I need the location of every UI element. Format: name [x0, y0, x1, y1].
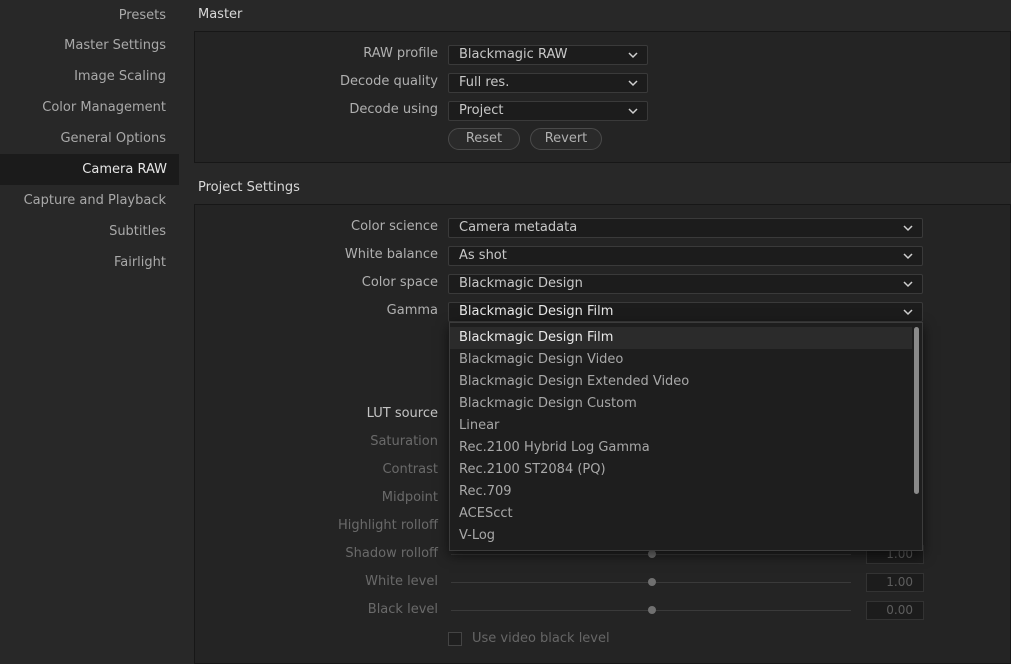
chevron-down-icon [903, 225, 913, 232]
chevron-down-icon [628, 80, 638, 87]
gamma-option[interactable]: Rec.709 [450, 481, 912, 503]
gamma-select[interactable]: Blackmagic Design Film [448, 302, 923, 322]
white-balance-select[interactable]: As shot [448, 246, 923, 266]
decode-using-value: Project [459, 103, 504, 118]
white-balance-value: As shot [459, 248, 507, 263]
contrast-label: Contrast [382, 462, 438, 477]
raw-profile-select[interactable]: Blackmagic RAW [448, 45, 648, 65]
sidebar-item-camera-raw[interactable]: Camera RAW [0, 154, 179, 185]
gamma-option[interactable]: Rec.2100 Hybrid Log Gamma [450, 437, 912, 459]
gamma-dropdown-list: Blackmagic Design Film Blackmagic Design… [449, 322, 923, 551]
black-level-value[interactable]: 0.00 [866, 601, 924, 620]
shadow-rolloff-knob[interactable] [648, 550, 656, 558]
white-level-knob[interactable] [648, 578, 656, 586]
gamma-label: Gamma [386, 303, 438, 318]
color-science-value: Camera metadata [459, 220, 578, 235]
color-space-select[interactable]: Blackmagic Design [448, 274, 923, 294]
decode-quality-select[interactable]: Full res. [448, 73, 648, 93]
chevron-down-icon [903, 253, 913, 260]
chevron-down-icon [628, 108, 638, 115]
sidebar-item-fairlight[interactable]: Fairlight [0, 247, 178, 278]
highlight-rolloff-label: Highlight rolloff [338, 518, 438, 533]
color-space-label: Color space [361, 275, 438, 290]
color-science-label: Color science [351, 219, 438, 234]
black-level-label: Black level [367, 602, 438, 617]
sidebar-item-capture-playback[interactable]: Capture and Playback [0, 185, 178, 216]
white-balance-label: White balance [344, 247, 438, 262]
saturation-label: Saturation [370, 434, 438, 449]
gamma-option[interactable]: Blackmagic Design Extended Video [450, 371, 912, 393]
decode-quality-value: Full res. [459, 75, 510, 90]
decode-using-label: Decode using [349, 102, 438, 117]
reset-button[interactable]: Reset [448, 128, 520, 150]
white-level-value[interactable]: 1.00 [866, 573, 924, 592]
midpoint-label: Midpoint [381, 490, 438, 505]
gamma-option[interactable]: Blackmagic Design Custom [450, 393, 912, 415]
use-video-black-checkbox[interactable] [448, 632, 462, 646]
decode-quality-label: Decode quality [340, 74, 438, 89]
sidebar-item-master-settings[interactable]: Master Settings [0, 30, 178, 61]
raw-profile-value: Blackmagic RAW [459, 47, 568, 62]
chevron-down-icon [903, 281, 913, 288]
shadow-rolloff-label: Shadow rolloff [345, 546, 438, 561]
chevron-down-icon [628, 52, 638, 59]
gamma-option[interactable]: ACEScct [450, 503, 912, 525]
sidebar-item-image-scaling[interactable]: Image Scaling [0, 61, 178, 92]
color-space-value: Blackmagic Design [459, 276, 583, 291]
gamma-option[interactable]: V-Log [450, 525, 912, 547]
color-science-select[interactable]: Camera metadata [448, 218, 923, 238]
gamma-option[interactable]: Blackmagic Design Film [450, 327, 912, 349]
sidebar-item-presets[interactable]: Presets [0, 0, 178, 31]
sidebar-item-color-management[interactable]: Color Management [0, 92, 178, 123]
master-section-title: Master [198, 7, 243, 22]
chevron-down-icon [903, 309, 913, 316]
dropdown-scrollbar[interactable] [914, 327, 919, 494]
revert-button[interactable]: Revert [530, 128, 602, 150]
raw-profile-label: RAW profile [363, 46, 438, 61]
black-level-knob[interactable] [648, 606, 656, 614]
use-video-black-label: Use video black level [472, 631, 610, 646]
gamma-option[interactable]: Blackmagic Design Video [450, 349, 912, 371]
lut-source-label: LUT source [366, 406, 438, 421]
settings-sidebar: Presets Master Settings Image Scaling Co… [0, 0, 180, 664]
sidebar-item-subtitles[interactable]: Subtitles [0, 216, 178, 247]
gamma-value: Blackmagic Design Film [459, 304, 614, 319]
decode-using-select[interactable]: Project [448, 101, 648, 121]
white-level-label: White level [365, 574, 438, 589]
gamma-option[interactable]: Rec.2100 ST2084 (PQ) [450, 459, 912, 481]
project-settings-title: Project Settings [198, 180, 300, 195]
gamma-option[interactable]: Linear [450, 415, 912, 437]
sidebar-item-general-options[interactable]: General Options [0, 123, 178, 154]
